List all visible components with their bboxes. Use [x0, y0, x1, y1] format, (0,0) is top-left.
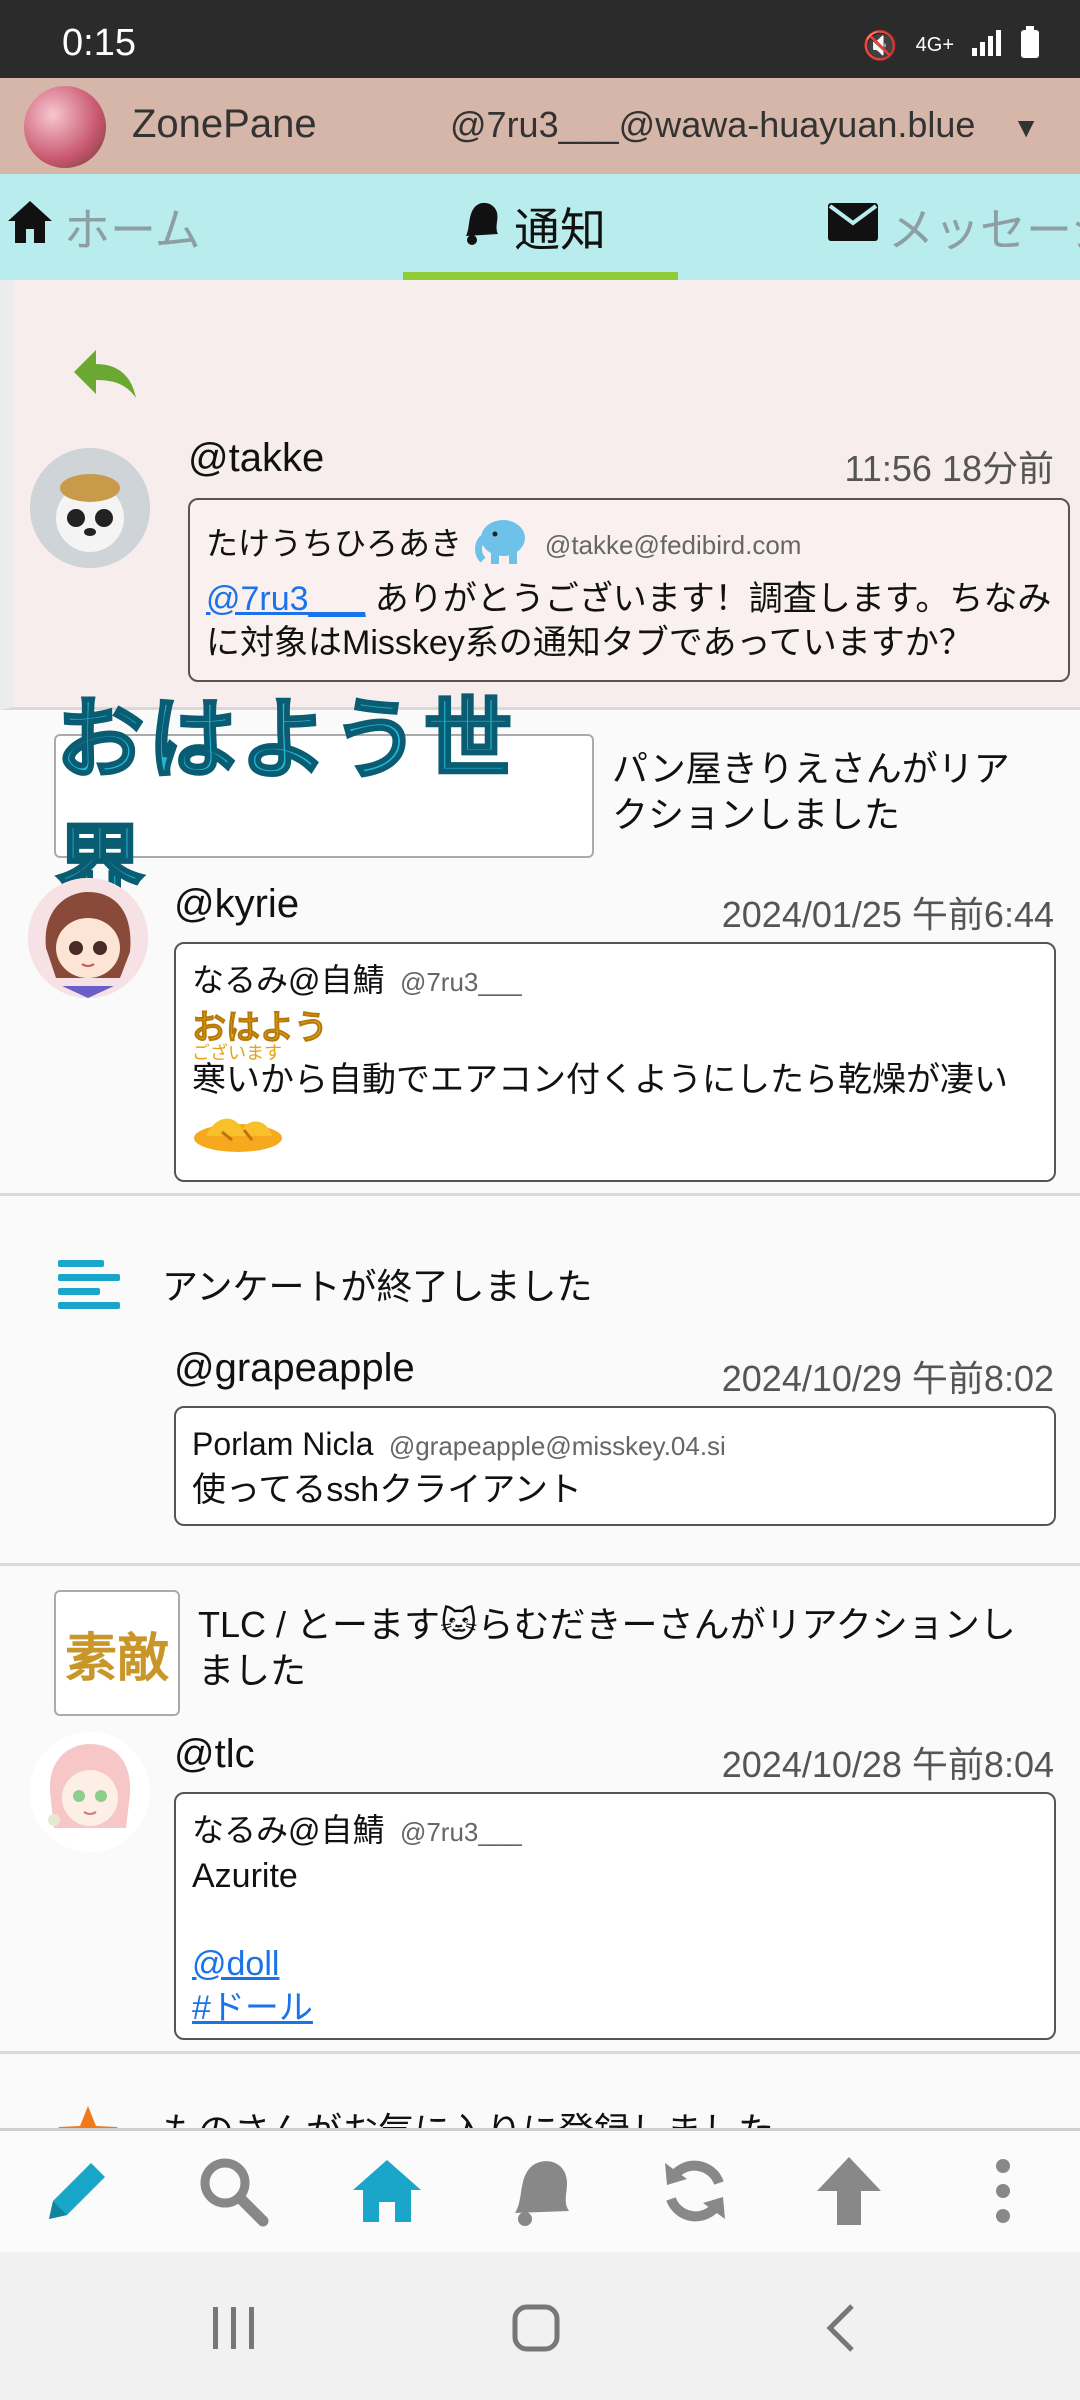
avatar[interactable]: [30, 1732, 150, 1852]
bread-emoji-icon: [192, 1110, 1038, 1165]
app-bar: ZonePane @7ru3___@wawa-huayuan.blue ▼: [0, 78, 1080, 174]
note-author-acct: @7ru3___: [399, 1817, 522, 1847]
more-button[interactable]: [958, 2151, 1048, 2235]
home-icon: [6, 199, 54, 256]
mention-link[interactable]: @doll: [192, 1945, 279, 1983]
poll-icon: [58, 1260, 120, 1310]
note-author: Porlam Nicla: [192, 1426, 374, 1462]
notification-reaction[interactable]: おはよう世界 パン屋きりえさんがリアクションしました @kyrie 2024/0…: [0, 687, 1080, 1196]
reaction-emoji: 素敵: [54, 1590, 180, 1716]
reply-icon: [70, 342, 140, 402]
note-author: たけうちひろあき: [206, 525, 463, 562]
chevron-down-icon[interactable]: ▼: [1012, 112, 1040, 144]
notification-reaction[interactable]: 素敵 TLC / とーます🐱らむだきーさんがリアクションしました @tlc 20…: [0, 1566, 1080, 2054]
search-button[interactable]: [188, 2151, 278, 2235]
refresh-icon: [657, 2153, 733, 2234]
mail-icon: [828, 202, 878, 252]
username[interactable]: @takke: [188, 436, 324, 481]
bell-icon: [458, 198, 504, 257]
status-icons: 🔇 4G+: [863, 26, 1040, 65]
search-icon: [195, 2153, 271, 2234]
app-title: ZonePane: [132, 102, 317, 146]
tab-home[interactable]: ホーム: [6, 174, 201, 280]
note-card[interactable]: たけうちひろあき @takke@fedibird.com @7ru3___ あり…: [188, 498, 1070, 682]
back-button[interactable]: [800, 2296, 880, 2360]
note-author: なるみ@自鯖: [192, 1812, 385, 1848]
poll-ended-message: アンケートが終了しました: [162, 1266, 593, 1307]
more-vertical-icon: [988, 2156, 1018, 2231]
avatar[interactable]: [30, 448, 150, 568]
account-avatar[interactable]: [24, 86, 106, 168]
reaction-emoji: おはよう世界: [54, 687, 594, 920]
tab-messages-label: メッセージ: [888, 204, 1080, 256]
note-text: 寒いから自動でエアコン付くようにしたら乾燥が凄い: [192, 1061, 1008, 1099]
note-text: 使ってるsshクライアント: [192, 1471, 582, 1509]
note-author-acct: @7ru3___: [399, 967, 522, 997]
hashtag-link[interactable]: #ドール: [192, 1989, 313, 2027]
status-bar: 0:15 🔇 4G+: [0, 0, 1080, 78]
system-navigation-bar: [0, 2252, 1080, 2400]
note-author-acct: @takke@fedibird.com: [544, 530, 802, 561]
note-author: なるみ@自鯖: [192, 962, 385, 998]
recent-apps-button[interactable]: [194, 2296, 274, 2360]
note-text: @7ru3___ ありがとうございます！調査します。ちなみに対象はMisskey…: [206, 580, 1052, 662]
mention-link[interactable]: @7ru3___: [206, 580, 365, 618]
bottom-navigation: [0, 2128, 1080, 2252]
notifications-button[interactable]: [496, 2151, 586, 2235]
refresh-button[interactable]: [650, 2151, 740, 2235]
reaction-message: TLC / とーます🐱らむだきーさんがリアクションしました: [198, 1604, 1016, 1691]
mute-icon: 🔇: [862, 30, 898, 61]
account-selector[interactable]: @7ru3___@wawa-huayuan.blue: [450, 104, 975, 146]
tab-bar: ホーム 通知 メッセージ: [0, 174, 1080, 280]
note-author-acct: @grapeapple@misskey.04.si: [388, 1431, 726, 1461]
reaction-message: パン屋きりえさんがリアクションしました: [612, 748, 1010, 835]
arrow-up-icon: [811, 2153, 887, 2234]
tab-home-label: ホーム: [64, 204, 201, 256]
notification-list[interactable]: @takke 11:56 18分前 たけうちひろあき @takke@fedibi…: [0, 280, 1080, 2128]
bell-icon: [503, 2153, 579, 2234]
home-button[interactable]: [342, 2151, 432, 2235]
circle-home-icon: [512, 2304, 560, 2352]
note-card[interactable]: Porlam Nicla @grapeapple@misskey.04.si 使…: [174, 1406, 1056, 1526]
timestamp: 2024/10/28 午前8:04: [721, 1744, 1054, 1785]
signal-icon: [972, 28, 1002, 63]
custom-emoji-ohayou: おはよう ございます: [192, 1009, 329, 1063]
avatar[interactable]: [28, 878, 148, 998]
tab-indicator: [403, 272, 678, 280]
notification-poll-ended[interactable]: アンケートが終了しました @grapeapple 2024/10/29 午前8:…: [0, 1196, 1080, 1566]
home-system-button[interactable]: [496, 2296, 576, 2360]
timestamp: 11:56 18分前: [844, 448, 1054, 489]
timestamp: 2024/10/29 午前8:02: [721, 1358, 1054, 1399]
recent-apps-icon: [213, 2307, 254, 2349]
chevron-left-icon: [826, 2304, 854, 2352]
favourite-message: ものさんがお気に入りに登録しました: [162, 2108, 774, 2128]
home-icon: [349, 2156, 425, 2231]
note-card[interactable]: なるみ@自鯖 @7ru3___ おはよう ございます 寒いから自動でエアコン付く…: [174, 942, 1056, 1182]
elephant-icon: [471, 514, 529, 577]
notification-reply[interactable]: @takke 11:56 18分前 たけうちひろあき @takke@fedibi…: [0, 280, 1080, 710]
note-text: Azurite: [192, 1857, 298, 1895]
tab-messages[interactable]: メッセージ: [828, 174, 1080, 280]
username[interactable]: @tlc: [174, 1732, 255, 1777]
username[interactable]: @grapeapple: [174, 1346, 415, 1391]
tab-notifications-label: 通知: [514, 204, 606, 256]
scroll-top-button[interactable]: [804, 2151, 894, 2235]
notification-favourite[interactable]: ものさんがお気に入りに登録しました: [0, 2054, 1080, 2128]
pencil-icon: [39, 2153, 115, 2234]
network-label: 4G+: [915, 34, 954, 56]
compose-button[interactable]: [32, 2151, 122, 2235]
battery-icon: [1020, 26, 1040, 65]
tab-notifications[interactable]: 通知: [458, 174, 606, 280]
username[interactable]: @kyrie: [174, 882, 299, 927]
timestamp: 2024/01/25 午前6:44: [721, 894, 1054, 935]
status-time: 0:15: [62, 22, 136, 64]
note-card[interactable]: なるみ@自鯖 @7ru3___ Azurite @doll #ドール: [174, 1792, 1056, 2040]
star-icon: [56, 2104, 120, 2128]
